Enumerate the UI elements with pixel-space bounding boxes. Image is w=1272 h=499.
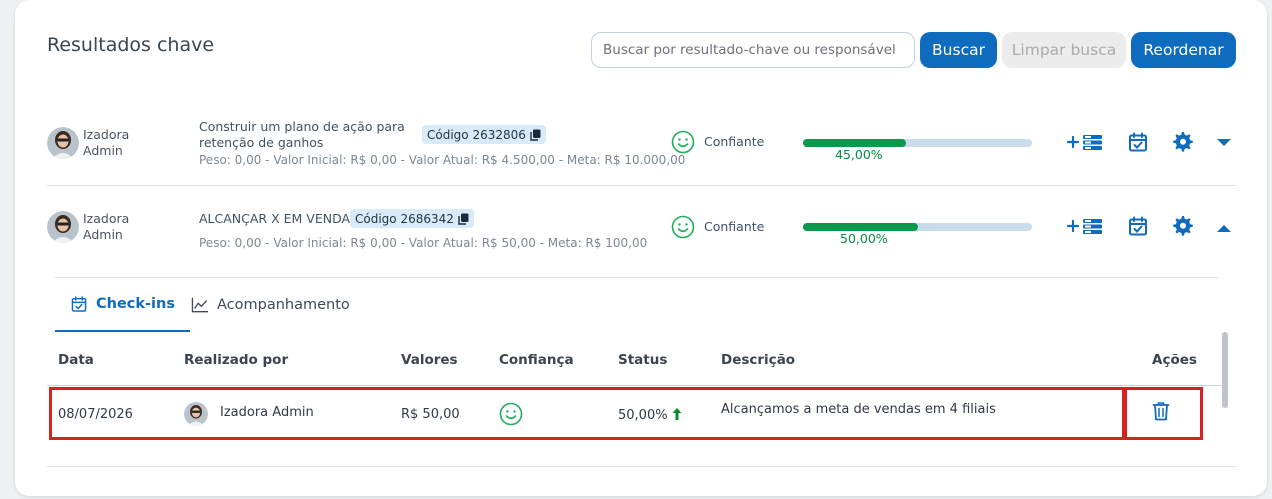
progress-fill	[803, 223, 918, 231]
add-checkin-icon[interactable]	[1066, 131, 1104, 153]
copy-icon	[530, 129, 541, 141]
code-label: Código 2632806	[427, 127, 526, 142]
tab-check-ins[interactable]: Check-ins	[55, 278, 190, 332]
owner-name: Izadora Admin	[83, 211, 163, 243]
code-badge[interactable]: Código 2632806	[422, 125, 546, 144]
highlight-frame-action	[1124, 387, 1203, 440]
chevron-down-icon[interactable]	[1213, 131, 1235, 153]
calendar-check-icon	[71, 296, 87, 312]
progress-text: 50,00%	[840, 231, 888, 246]
progress-bar	[803, 223, 1032, 231]
smile-icon	[671, 215, 695, 239]
owner-last-name: Admin	[83, 227, 123, 242]
owner-first-name: Izadora	[83, 211, 130, 226]
owner-last-name: Admin	[83, 143, 123, 158]
code-label: Código 2686342	[355, 211, 454, 226]
code-badge[interactable]: Código 2686342	[350, 209, 474, 228]
page-title: Resultados chave	[47, 34, 215, 56]
key-result-title[interactable]: Construir um plano de ação para retenção…	[199, 119, 414, 151]
tab-label: Check-ins	[96, 296, 175, 312]
avatar-icon	[47, 127, 79, 159]
key-result-meta: Peso: 0,00 - Valor Inicial: R$ 0,00 - Va…	[199, 153, 686, 167]
column-header: Valores	[401, 352, 458, 368]
search-input[interactable]	[591, 32, 915, 68]
header-divider	[47, 385, 1223, 386]
progress-bar	[803, 139, 1032, 147]
table-scrollbar[interactable]	[1222, 332, 1228, 408]
gear-icon[interactable]	[1172, 131, 1194, 153]
confidence-label: Confiante	[704, 219, 765, 234]
line-chart-icon	[191, 297, 208, 313]
key-result-meta: Peso: 0,00 - Valor Inicial: R$ 0,00 - Va…	[199, 236, 648, 250]
gear-icon[interactable]	[1172, 215, 1194, 237]
clear-search-button[interactable]: Limpar busca	[1002, 32, 1126, 68]
progress-fill	[803, 139, 907, 147]
avatar	[47, 127, 79, 159]
confidence-label: Confiante	[704, 134, 765, 149]
owner-first-name: Izadora	[83, 127, 130, 142]
search-button[interactable]: Buscar	[920, 32, 997, 68]
tab-label: Acompanhamento	[217, 297, 350, 313]
avatar	[47, 211, 79, 243]
owner-name: Izadora Admin	[83, 127, 163, 159]
copy-icon	[458, 213, 469, 225]
bottom-divider	[47, 466, 1236, 467]
column-header: Data	[58, 352, 94, 368]
tab-acompanhamento[interactable]: Acompanhamento	[176, 278, 365, 332]
row-divider	[47, 185, 1236, 186]
column-header: Ações	[1152, 352, 1197, 368]
column-header: Realizado por	[184, 352, 289, 368]
highlight-frame-row	[49, 387, 1125, 440]
key-result-title[interactable]: ALCANÇAR X EM VENDAS	[199, 211, 358, 227]
smile-icon	[671, 130, 695, 154]
reorder-button[interactable]: Reordenar	[1131, 32, 1236, 68]
calendar-check-icon[interactable]	[1127, 215, 1149, 237]
add-checkin-icon[interactable]	[1066, 215, 1104, 237]
column-header: Status	[618, 352, 668, 368]
avatar-icon	[47, 211, 79, 243]
column-header: Confiança	[499, 352, 574, 368]
chevron-up-icon[interactable]	[1213, 217, 1235, 239]
progress-text: 45,00%	[835, 147, 883, 162]
calendar-check-icon[interactable]	[1127, 131, 1149, 153]
column-header: Descrição	[721, 352, 796, 368]
